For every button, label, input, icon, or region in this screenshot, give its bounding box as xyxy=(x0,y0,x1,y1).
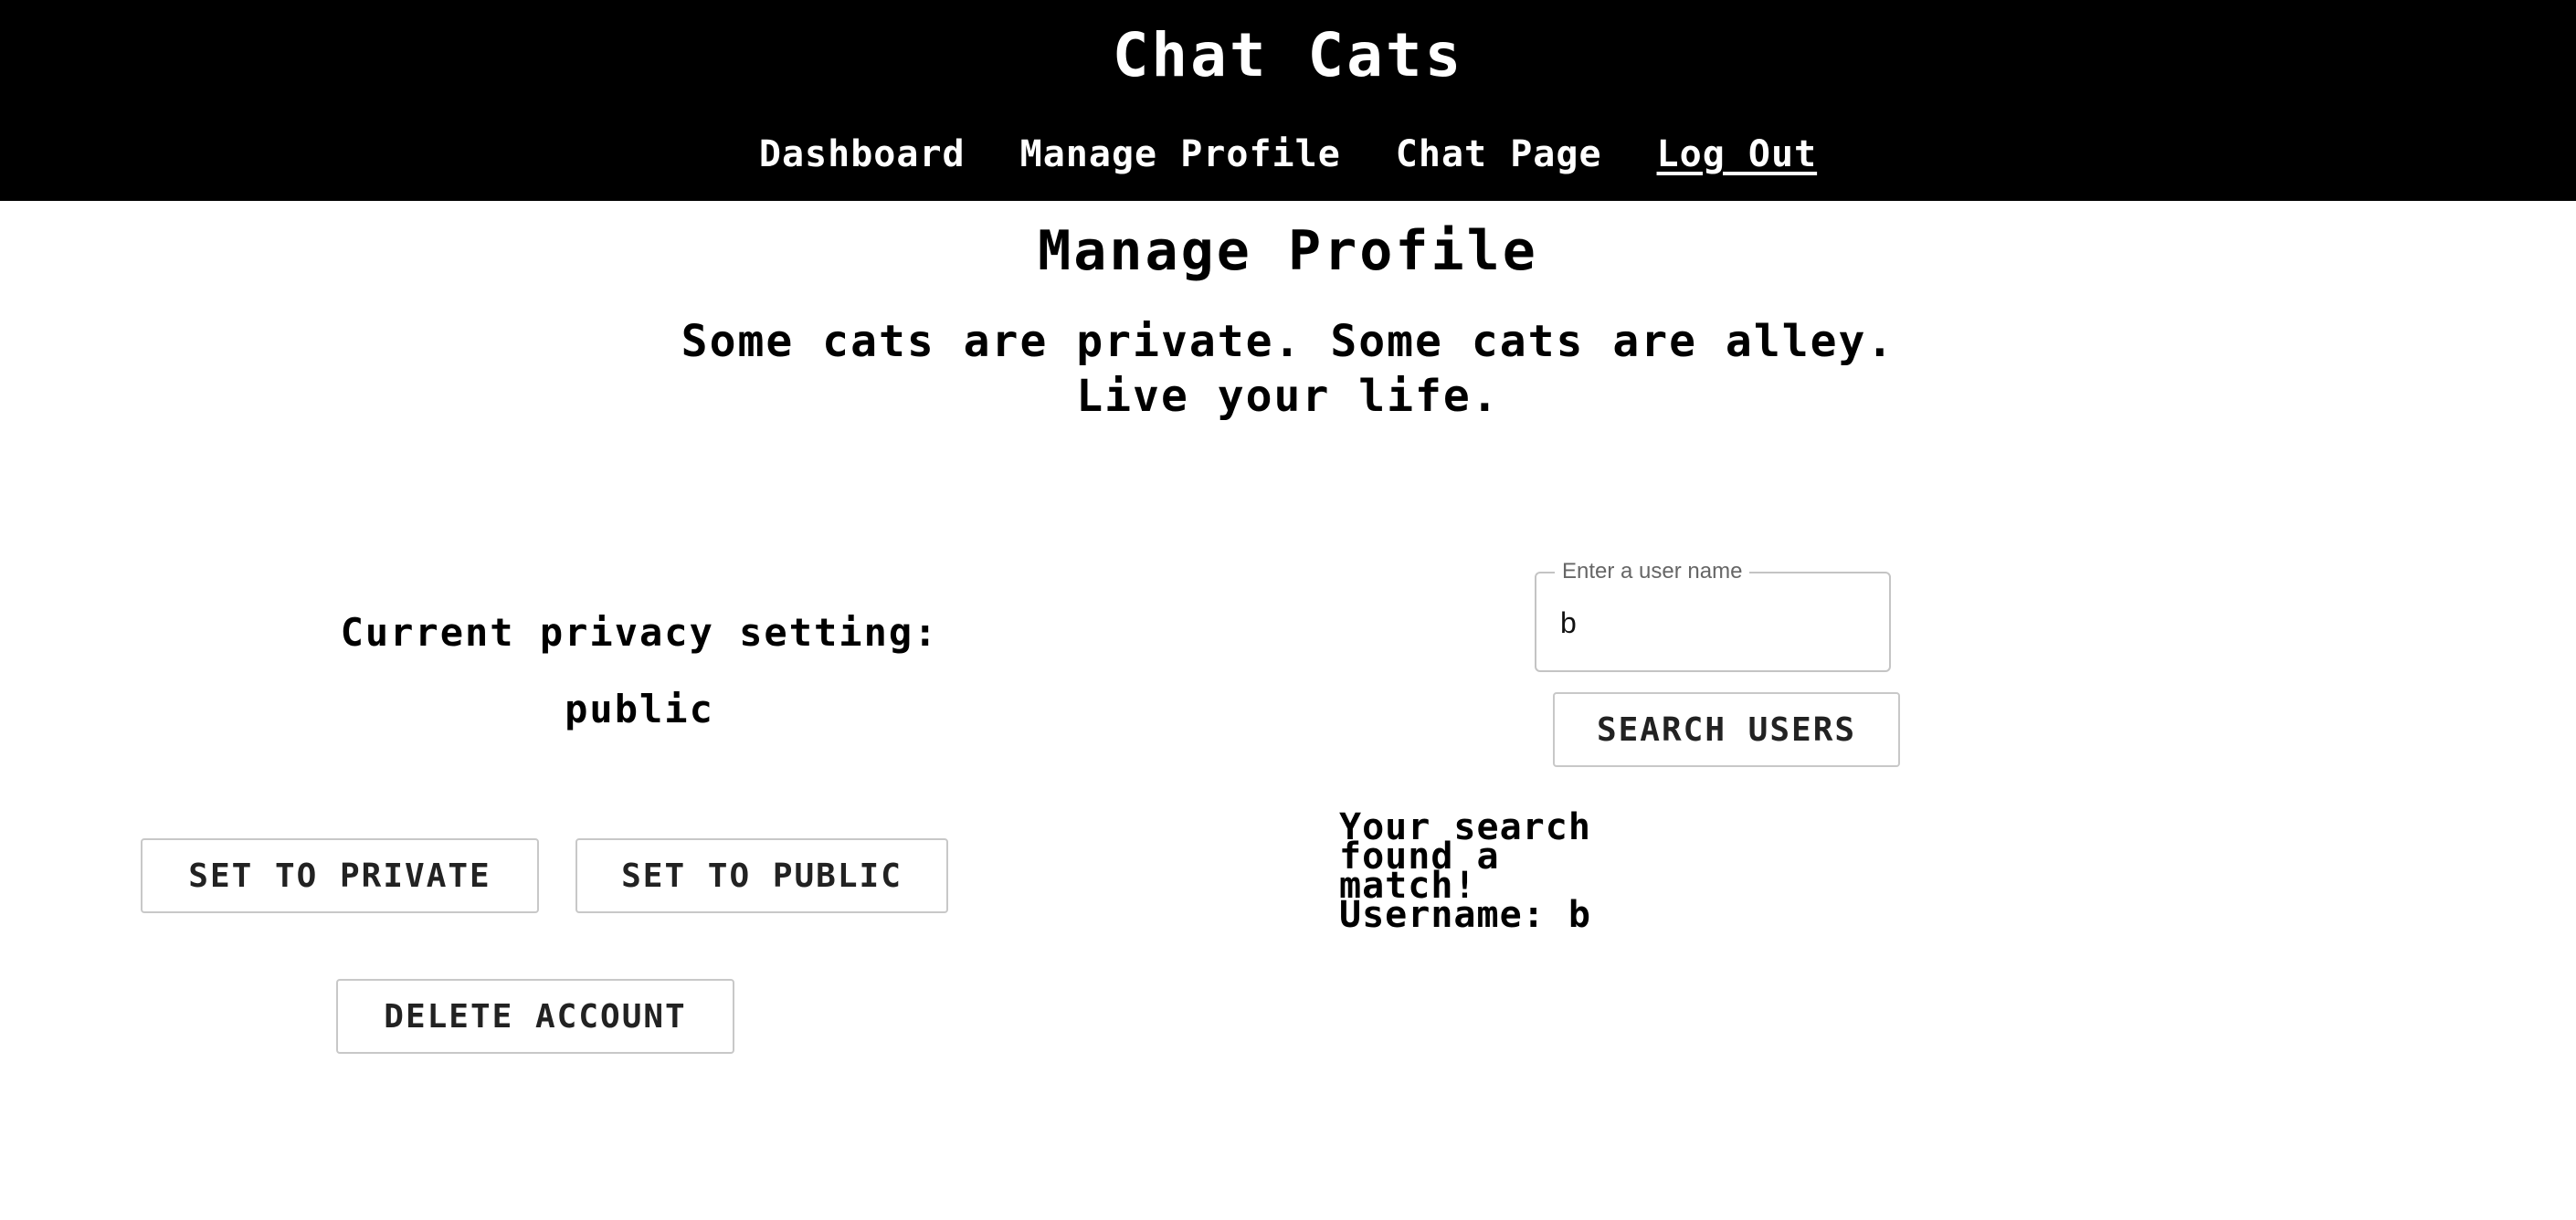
main-nav: Dashboard Manage Profile Chat Page Log O… xyxy=(0,133,2576,175)
nav-chat-page[interactable]: Chat Page xyxy=(1396,133,1602,175)
tagline-line-2: Live your life. xyxy=(1076,371,1500,422)
page: Chat Cats Dashboard Manage Profile Chat … xyxy=(0,0,2576,1220)
app-brand: Chat Cats xyxy=(1112,20,1464,90)
page-tagline: Some cats are private. Some cats are all… xyxy=(0,314,2576,424)
username-search-field: Enter a user name xyxy=(1535,559,1891,672)
page-title: Manage Profile xyxy=(1038,219,1538,283)
search-result-line-4: Username: b xyxy=(1339,894,1591,936)
set-public-button[interactable]: SET TO PUBLIC xyxy=(575,838,948,913)
search-users-button[interactable]: SEARCH USERS xyxy=(1553,692,1900,767)
set-private-button[interactable]: SET TO PRIVATE xyxy=(141,838,539,913)
nav-manage-profile[interactable]: Manage Profile xyxy=(1020,133,1341,175)
nav-log-out[interactable]: Log Out xyxy=(1657,133,1818,175)
username-search-input[interactable] xyxy=(1560,601,1862,645)
nav-dashboard[interactable]: Dashboard xyxy=(759,133,966,175)
username-search-label: Enter a user name xyxy=(1555,559,1750,584)
search-result: Your search found a match! Username: b xyxy=(1339,809,1686,936)
top-header: Chat Cats Dashboard Manage Profile Chat … xyxy=(0,0,2576,201)
tagline-line-1: Some cats are private. Some cats are all… xyxy=(681,316,1895,367)
privacy-setting-value: public xyxy=(565,687,714,731)
privacy-setting-label: Current privacy setting: xyxy=(340,610,939,655)
delete-account-button[interactable]: DELETE ACCOUNT xyxy=(336,979,734,1054)
